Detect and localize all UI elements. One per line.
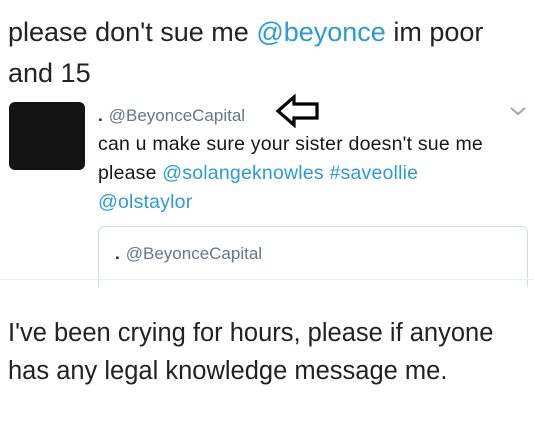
caption-top: please don't sue me @beyonce im poor and… (8, 12, 528, 94)
mention-olstaylor-link[interactable]: @olstaylor (98, 191, 192, 213)
quoted-tweet-handle: @BeyonceCapital (125, 244, 263, 263)
display-name[interactable]: . (98, 106, 103, 125)
caption-top-text: please don't sue me (8, 17, 257, 47)
avatar[interactable] (9, 102, 85, 170)
quoted-tweet[interactable]: . @BeyonceCapital (98, 226, 528, 287)
hashtag-saveollie-link[interactable]: #saveollie (329, 162, 418, 184)
tweet-handle[interactable]: @BeyonceCapital (109, 106, 245, 125)
tweet-header: . @BeyonceCapital (98, 106, 245, 126)
divider (0, 279, 534, 280)
tweet-text: can u make sure your sister doesn't sue … (98, 130, 518, 217)
arrow-left-outline-icon (275, 94, 319, 128)
chevron-down-icon[interactable] (508, 104, 528, 118)
quoted-display-name: . (115, 244, 120, 263)
tweet-card: . @BeyonceCapital can u make sure your si… (0, 92, 534, 292)
caption-bottom: I've been crying for hours, please if an… (8, 319, 494, 385)
mention-solangeknowles-link[interactable]: @solangeknowles (162, 162, 324, 184)
mention-beyonce-link[interactable]: @beyonce (256, 17, 386, 47)
quoted-tweet-header: . @BeyonceCapital (115, 244, 262, 264)
